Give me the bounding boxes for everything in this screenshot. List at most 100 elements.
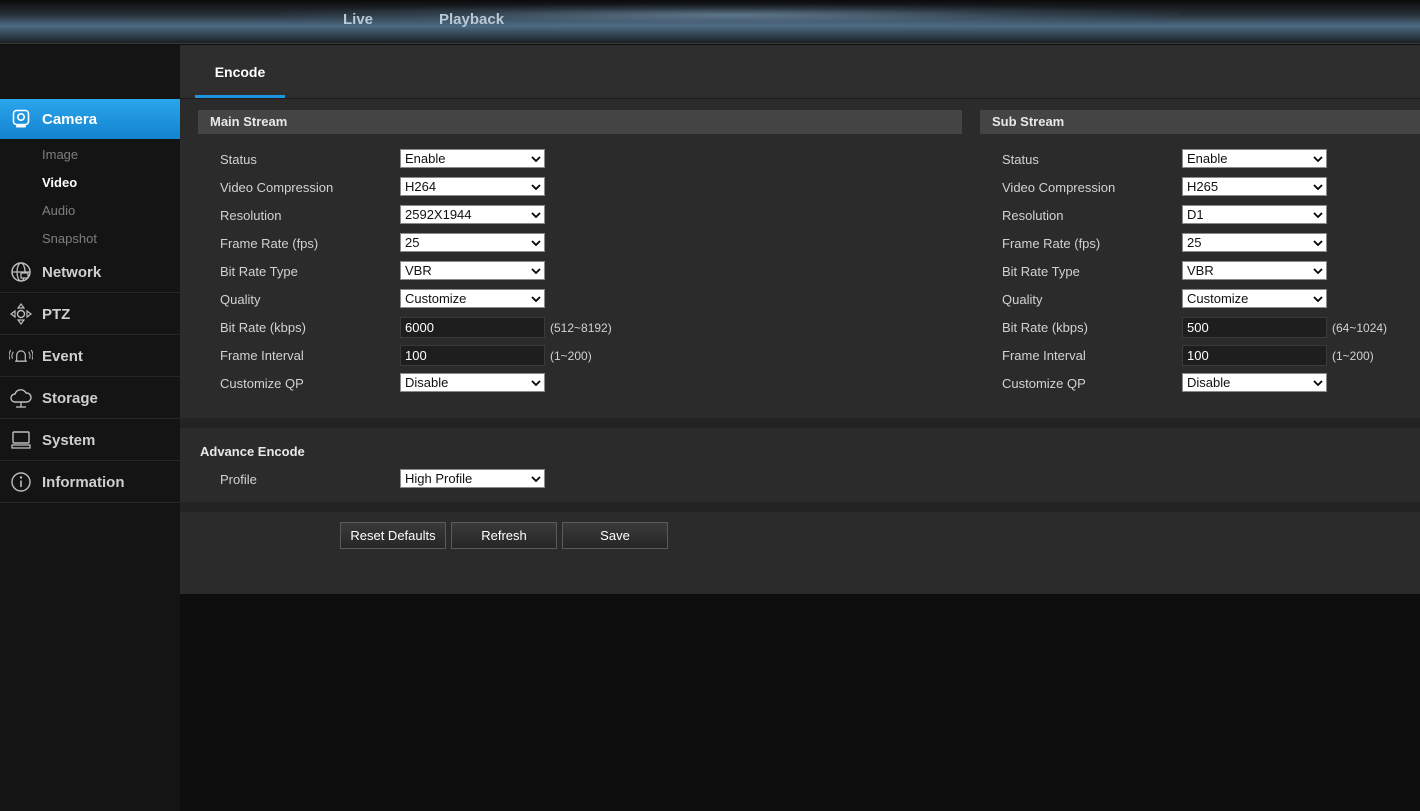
sub-status-label: Status — [1002, 152, 1039, 167]
sub-bit-rate-range: (64~1024) — [1332, 321, 1388, 335]
tab-bar: Encode — [180, 45, 1420, 99]
main-frame-rate-label: Frame Rate (fps) — [220, 236, 319, 251]
select-value: 25 — [405, 235, 420, 250]
select-value: VBR — [1187, 263, 1214, 278]
chevron-down-icon — [531, 184, 541, 191]
sidebar-item-label: Storage — [42, 389, 98, 407]
select-value: Enable — [1187, 151, 1228, 166]
save-button[interactable]: Save — [562, 522, 668, 549]
ptz-arrows-icon — [9, 302, 33, 326]
computer-monitor-icon — [9, 428, 33, 452]
chevron-down-icon — [531, 156, 541, 163]
select-value: Customize — [405, 291, 467, 306]
chevron-down-icon — [531, 296, 541, 303]
info-icon — [9, 470, 33, 494]
refresh-button[interactable]: Refresh — [451, 522, 557, 549]
main-frame-interval-range: (1~200) — [550, 349, 592, 363]
select-value: Disable — [1187, 375, 1231, 390]
main-status-label: Status — [220, 152, 257, 167]
nav-live[interactable]: Live — [343, 0, 373, 40]
sidebar-item-network[interactable]: Network — [0, 252, 180, 293]
chevron-down-icon — [531, 212, 541, 219]
sidebar-item-event[interactable]: Event — [0, 336, 180, 377]
sub-status-select[interactable]: Enable — [1182, 149, 1327, 168]
select-value: Enable — [405, 151, 446, 166]
advance-encode-title: Advance Encode — [200, 444, 305, 459]
sub-resolution-select[interactable]: D1 — [1182, 205, 1327, 224]
sidebar-subitem-image[interactable]: Image — [42, 147, 78, 162]
sidebar-subitem-snapshot[interactable]: Snapshot — [42, 231, 97, 246]
sub-frame-interval-range: (1~200) — [1332, 349, 1374, 363]
sub-bit-rate-input[interactable]: 500 — [1182, 317, 1327, 338]
main-bit-rate-input[interactable]: 6000 — [400, 317, 545, 338]
section-divider — [180, 418, 1420, 428]
profile-select[interactable]: High Profile — [400, 469, 545, 488]
sidebar-item-system[interactable]: System — [0, 420, 180, 461]
chevron-down-icon — [531, 380, 541, 387]
main-frame-interval-label: Frame Interval — [220, 348, 304, 363]
sub-frame-rate-label: Frame Rate (fps) — [1002, 236, 1101, 251]
sidebar-item-label: PTZ — [42, 305, 71, 323]
main-customize-qp-select[interactable]: Disable — [400, 373, 545, 392]
main-bit-rate-range: (512~8192) — [550, 321, 612, 335]
main-status-select[interactable]: Enable — [400, 149, 545, 168]
sidebar-item-storage[interactable]: Storage — [0, 378, 180, 419]
nav-playback[interactable]: Playback — [439, 0, 504, 40]
sub-bit-rate-type-select[interactable]: VBR — [1182, 261, 1327, 280]
sub-video-compression-label: Video Compression — [1002, 180, 1116, 195]
sub-frame-rate-select[interactable]: 25 — [1182, 233, 1327, 252]
select-value: H264 — [405, 179, 437, 194]
sidebar-subitem-audio[interactable]: Audio — [42, 203, 75, 218]
sidebar: Camera Image Video Audio Snapshot Networ… — [0, 45, 190, 811]
sub-customize-qp-select[interactable]: Disable — [1182, 373, 1327, 392]
sub-frame-interval-label: Frame Interval — [1002, 348, 1086, 363]
cloud-storage-icon — [9, 386, 33, 410]
chevron-down-icon — [1313, 240, 1323, 247]
sub-frame-interval-input[interactable]: 100 — [1182, 345, 1327, 366]
top-navigation-bar: Live Playback — [0, 0, 1420, 44]
main-quality-select[interactable]: Customize — [400, 289, 545, 308]
main-frame-interval-input[interactable]: 100 — [400, 345, 545, 366]
sidebar-item-label: System — [42, 431, 96, 449]
alarm-bell-icon — [9, 344, 33, 368]
reset-defaults-button[interactable]: Reset Defaults — [340, 522, 446, 549]
chevron-down-icon — [1313, 156, 1323, 163]
sidebar-item-ptz[interactable]: PTZ — [0, 294, 180, 335]
main-quality-label: Quality — [220, 292, 261, 307]
chevron-down-icon — [1313, 380, 1323, 387]
select-value: Disable — [405, 375, 449, 390]
main-stream-header: Main Stream — [198, 110, 962, 134]
sub-quality-select[interactable]: Customize — [1182, 289, 1327, 308]
select-value: High Profile — [405, 471, 473, 486]
sidebar-item-label: Information — [42, 473, 125, 491]
camera-icon — [9, 107, 33, 131]
main-bit-rate-label: Bit Rate (kbps) — [220, 320, 306, 335]
main-video-compression-select[interactable]: H264 — [400, 177, 545, 196]
select-value: 2592X1944 — [405, 207, 472, 222]
main-frame-rate-select[interactable]: 25 — [400, 233, 545, 252]
top-bar-glow — [280, 4, 1180, 26]
section-divider — [180, 502, 1420, 512]
sub-bit-rate-label: Bit Rate (kbps) — [1002, 320, 1088, 335]
select-value: Customize — [1187, 291, 1249, 306]
chevron-down-icon — [1313, 268, 1323, 275]
sidebar-subitem-video[interactable]: Video — [42, 175, 77, 190]
tab-encode[interactable]: Encode — [195, 45, 285, 99]
sidebar-item-label: Network — [42, 263, 102, 281]
chevron-down-icon — [1313, 184, 1323, 191]
sidebar-item-information[interactable]: Information — [0, 462, 180, 503]
sub-quality-label: Quality — [1002, 292, 1043, 307]
chevron-down-icon — [1313, 296, 1323, 303]
sub-customize-qp-label: Customize QP — [1002, 376, 1086, 391]
sidebar-item-camera[interactable]: Camera — [0, 99, 190, 139]
main-video-compression-label: Video Compression — [220, 180, 334, 195]
main-bit-rate-type-select[interactable]: VBR — [400, 261, 545, 280]
select-value: VBR — [405, 263, 432, 278]
sub-bit-rate-type-label: Bit Rate Type — [1002, 264, 1080, 279]
select-value: 25 — [1187, 235, 1202, 250]
chevron-down-icon — [531, 476, 541, 483]
main-resolution-select[interactable]: 2592X1944 — [400, 205, 545, 224]
sub-video-compression-select[interactable]: H265 — [1182, 177, 1327, 196]
chevron-down-icon — [531, 268, 541, 275]
sidebar-item-label: Camera — [42, 110, 98, 128]
